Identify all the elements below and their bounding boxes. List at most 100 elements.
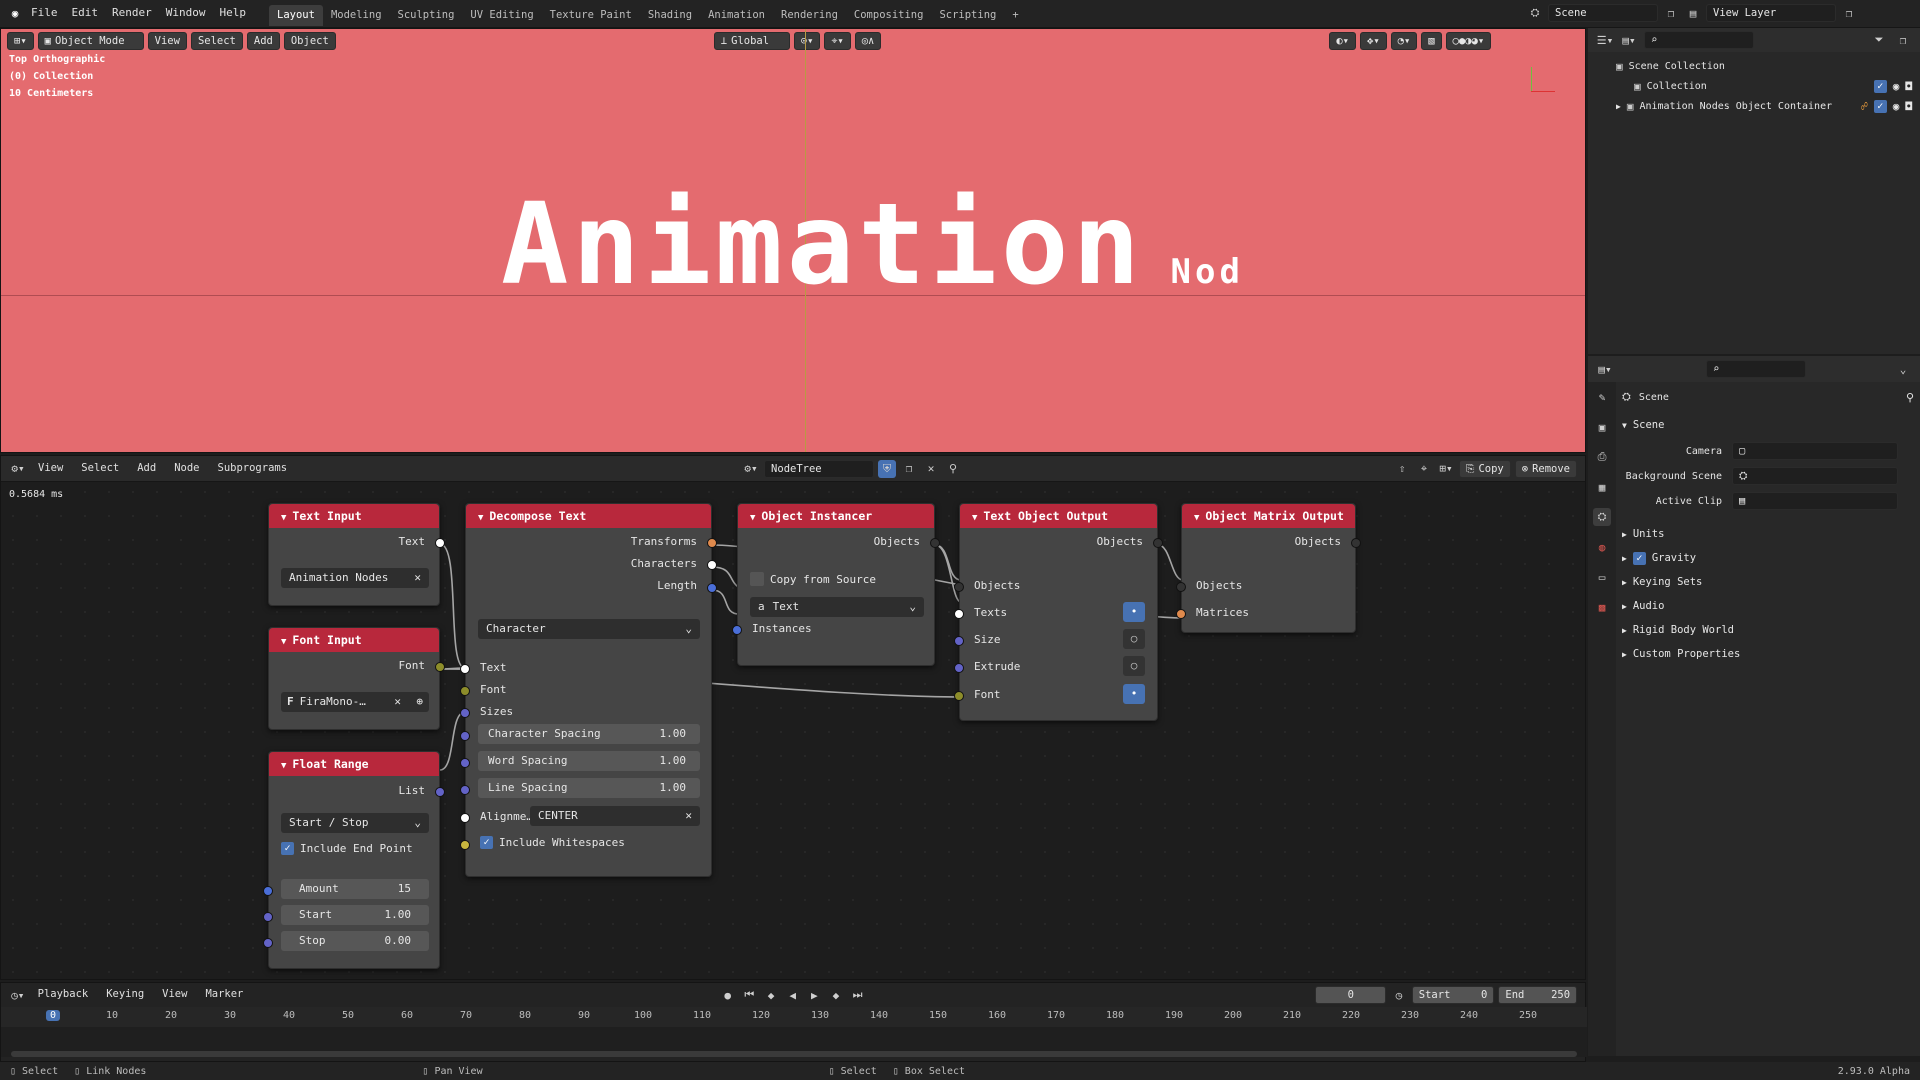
collection-tab-icon[interactable]: ▭ xyxy=(1593,568,1611,586)
scene-tab-icon[interactable]: ⛭ xyxy=(1593,508,1611,526)
add-workspace-button[interactable]: + xyxy=(1004,5,1026,26)
xray-button[interactable]: ▧ xyxy=(1421,32,1442,50)
input-socket[interactable] xyxy=(954,582,964,592)
outliner-row-collection[interactable]: ▣ Collection ✓ ◉ ◘ xyxy=(1588,76,1920,96)
add-menu[interactable]: Add xyxy=(246,32,280,50)
output-socket[interactable] xyxy=(435,662,445,672)
input-socket[interactable] xyxy=(460,664,470,674)
menu-playback[interactable]: Playback xyxy=(31,981,96,1009)
menu-help[interactable]: Help xyxy=(213,0,254,28)
output-socket[interactable] xyxy=(435,538,445,548)
menu-marker[interactable]: Marker xyxy=(198,981,250,1009)
tab-compositing[interactable]: Compositing xyxy=(846,5,932,26)
input-socket[interactable] xyxy=(460,813,470,823)
node-decompose-text[interactable]: ▼ Decompose Text Transforms Characters Le… xyxy=(460,503,717,877)
panel-rigid-body-world[interactable]: ▶ Rigid Body World xyxy=(1622,618,1914,642)
panel-units[interactable]: ▶ Units xyxy=(1622,522,1914,546)
frame-ruler[interactable]: 0 10 20 30 40 50 60 70 80 90 100 110 120 130 140 150 160… xyxy=(1,1007,1587,1057)
node-font-input[interactable]: ▼ Font Input Font F FiraMono-… ✕ ⊕ xyxy=(268,627,445,730)
input-socket[interactable] xyxy=(732,625,742,635)
font-value-field[interactable]: F FiraMono-… ✕ ⊕ xyxy=(281,692,429,712)
stop-slider[interactable]: Stop 0.00 xyxy=(281,931,429,951)
properties-editor-icon[interactable]: ▤▾ xyxy=(1596,360,1614,378)
instance-type-dropdown[interactable]: a Text ⌄ xyxy=(750,597,924,617)
expand-arrow-icon[interactable]: ▶ xyxy=(1616,102,1621,111)
word-spacing-slider[interactable]: Word Spacing 1.00 xyxy=(478,751,700,771)
gravity-checkbox[interactable]: ✓ xyxy=(1632,551,1646,565)
output-socket[interactable] xyxy=(1351,538,1361,548)
input-socket[interactable] xyxy=(460,840,470,850)
input-socket[interactable] xyxy=(263,938,273,948)
chevron-down-icon[interactable]: ⌄ xyxy=(1894,360,1912,378)
tab-scripting[interactable]: Scripting xyxy=(931,5,1004,26)
timeline[interactable]: ◷▾ Playback Keying View Marker ● ⏮ ◆ ◀ ▶… xyxy=(0,981,1587,1062)
tab-sculpting[interactable]: Sculpting xyxy=(390,5,463,26)
size-toggle-icon[interactable]: ○ xyxy=(1123,629,1145,649)
current-frame-field[interactable]: 0 xyxy=(1315,986,1387,1004)
jump-end-icon[interactable]: ⏭ xyxy=(849,986,867,1004)
output-socket[interactable] xyxy=(930,538,940,548)
record-icon[interactable]: ● xyxy=(719,986,737,1004)
input-socket[interactable] xyxy=(263,886,273,896)
amount-slider[interactable]: Amount 15 xyxy=(281,879,429,899)
menu-window[interactable]: Window xyxy=(159,0,213,28)
collapse-icon[interactable]: ▼ xyxy=(281,761,286,771)
node-header[interactable]: ▼ Font Input xyxy=(269,628,439,652)
proportional-button[interactable]: ◎∧ xyxy=(854,32,882,50)
input-socket[interactable] xyxy=(460,758,470,768)
camera-icon[interactable]: ◘ xyxy=(1905,80,1912,93)
object-menu[interactable]: Object xyxy=(283,32,336,50)
clear-icon[interactable]: ✕ xyxy=(685,806,692,826)
start-slider[interactable]: Start 1.00 xyxy=(281,905,429,925)
start-frame-field[interactable]: Start 0 xyxy=(1411,986,1495,1004)
collapse-icon[interactable]: ▼ xyxy=(972,513,977,523)
view-menu[interactable]: View xyxy=(147,32,187,50)
tab-modeling[interactable]: Modeling xyxy=(323,5,390,26)
menu-view[interactable]: View xyxy=(155,981,194,1009)
outliner-search-input[interactable]: ⌕ xyxy=(1644,31,1754,49)
pivot-button[interactable]: ⊙▾ xyxy=(793,32,821,50)
3d-viewport[interactable]: ⊞▾ ▣ Object Mode View Select Add Object ⟂… xyxy=(0,28,1586,453)
clear-icon[interactable]: ✕ xyxy=(394,692,401,712)
output-socket[interactable] xyxy=(707,560,717,570)
include-end-checkbox[interactable]: ✓ xyxy=(281,842,294,855)
input-socket[interactable] xyxy=(954,691,964,701)
input-socket[interactable] xyxy=(954,663,964,673)
collapse-icon[interactable]: ▼ xyxy=(281,513,286,523)
visibility-button[interactable]: ◐▾ xyxy=(1329,32,1356,50)
input-socket[interactable] xyxy=(954,636,964,646)
editor-type-button[interactable]: ⊞▾ xyxy=(7,32,34,50)
node-editor[interactable]: ⚙▾ View Select Add Node Subprograms ⚙▾ N… xyxy=(0,455,1586,980)
collapse-icon[interactable]: ▼ xyxy=(750,513,755,523)
scene-panel-header[interactable]: ▼ Scene xyxy=(1622,414,1914,436)
output-tab-icon[interactable]: ⎙ xyxy=(1593,448,1611,466)
tab-rendering[interactable]: Rendering xyxy=(773,5,846,26)
new-scene-icon[interactable]: ❐ xyxy=(1662,4,1680,22)
char-spacing-slider[interactable]: Character Spacing 1.00 xyxy=(478,724,700,744)
tool-tab-icon[interactable]: ✎ xyxy=(1593,388,1611,406)
node-text-input[interactable]: ▼ Text Input Text Animation Nodes ✕ xyxy=(268,503,445,606)
line-spacing-slider[interactable]: Line Spacing 1.00 xyxy=(478,778,700,798)
node-header[interactable]: ▼ Float Range xyxy=(269,752,439,776)
text-value-field[interactable]: Animation Nodes ✕ xyxy=(281,568,429,588)
snap-button[interactable]: ⌖▾ xyxy=(824,32,851,50)
text-object[interactable]: Animation Nod xyxy=(501,189,1244,301)
blender-logo-icon[interactable]: ◉ xyxy=(6,5,24,23)
select-menu[interactable]: Select xyxy=(190,32,243,50)
collapse-icon[interactable]: ▼ xyxy=(1194,513,1199,523)
gizmo-button[interactable]: ✥▾ xyxy=(1360,32,1387,50)
menu-file[interactable]: File xyxy=(24,0,65,28)
clock-icon[interactable]: ◷ xyxy=(1390,986,1408,1004)
extrude-toggle-icon[interactable]: ○ xyxy=(1123,656,1145,676)
editor-type-icon[interactable]: ◷▾ xyxy=(9,986,27,1004)
exclude-checkbox[interactable]: ✓ xyxy=(1873,79,1887,93)
jump-start-icon[interactable]: ⏮ xyxy=(741,986,759,1004)
texts-toggle-icon[interactable]: • xyxy=(1123,602,1145,622)
camera-icon[interactable]: ◘ xyxy=(1905,100,1912,113)
filter-icon[interactable]: ⏷ xyxy=(1870,31,1888,49)
include-whitespace-checkbox[interactable]: ✓ xyxy=(480,836,493,849)
tab-uv-editing[interactable]: UV Editing xyxy=(462,5,541,26)
orientation-selector[interactable]: ⟂ Global xyxy=(713,32,790,50)
tab-animation[interactable]: Animation xyxy=(700,5,773,26)
input-socket[interactable] xyxy=(460,686,470,696)
